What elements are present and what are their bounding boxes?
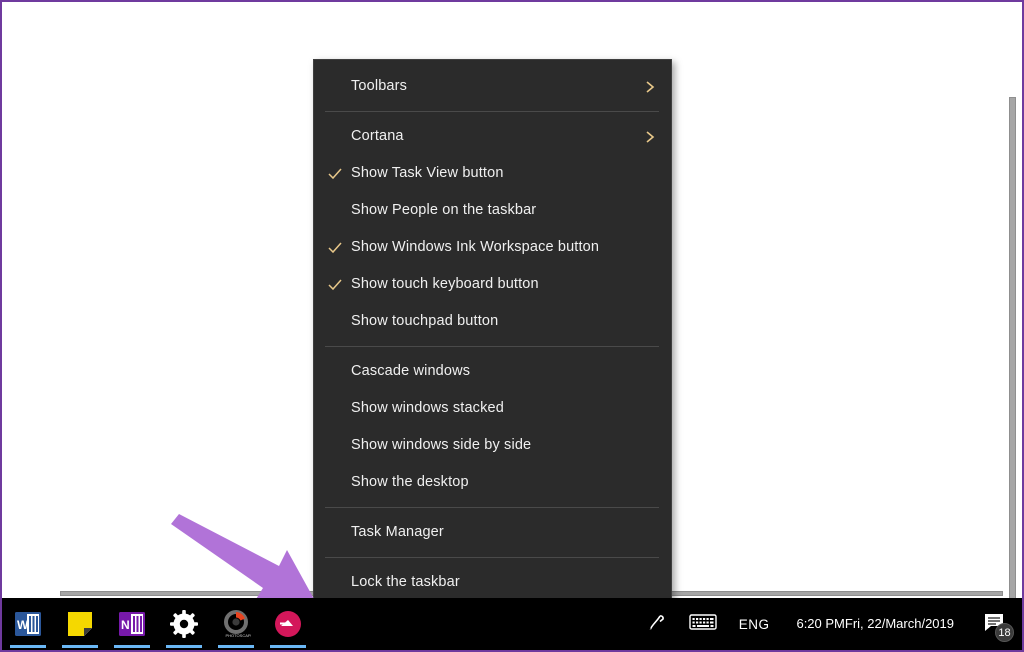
menu-item-label: Show People on the taskbar xyxy=(351,203,536,218)
menu-item-label: Show Task View button xyxy=(351,166,504,181)
menu-item-label: Task Manager xyxy=(351,525,444,540)
menu-top-padding xyxy=(314,60,671,68)
running-indicator xyxy=(114,645,150,648)
photoscape-wordmark: PHOTOSCAPE xyxy=(226,633,252,638)
menu-item-show-windows-stacked[interactable]: Show windows stacked xyxy=(314,390,671,427)
photoscape-icon: PHOTOSCAPE xyxy=(221,609,251,639)
menu-item-label: Lock the taskbar xyxy=(351,575,460,590)
checkmark-icon xyxy=(327,240,343,256)
checkmark-icon xyxy=(327,166,343,182)
menu-item-label: Toolbars xyxy=(351,79,407,94)
action-center-button[interactable]: 18 xyxy=(970,598,1022,650)
menu-item-cascade-windows[interactable]: Cascade windows xyxy=(314,353,671,390)
keyboard-icon xyxy=(689,612,717,637)
onenote-app-button[interactable]: N xyxy=(106,598,158,650)
menu-item-show-touch-keyboard-button[interactable]: Show touch keyboard button xyxy=(314,266,671,303)
clock-time: 6:20 PM xyxy=(796,615,844,633)
red-circle-app-icon xyxy=(273,609,303,639)
chevron-right-icon xyxy=(644,79,657,95)
clock-date: Fri, 22/March/2019 xyxy=(845,615,954,633)
language-indicator[interactable]: ENG xyxy=(728,598,781,650)
settings-app-button[interactable] xyxy=(158,598,210,650)
running-indicator xyxy=(166,645,202,648)
checkmark-icon xyxy=(327,277,343,293)
running-indicator xyxy=(218,645,254,648)
word-app-button[interactable]: W xyxy=(2,598,54,650)
menu-item-label: Cortana xyxy=(351,129,404,144)
sticky-note-icon xyxy=(65,609,95,639)
menu-separator xyxy=(325,507,659,508)
menu-item-show-people-on-the-taskbar[interactable]: Show People on the taskbar xyxy=(314,192,671,229)
app-button-red[interactable] xyxy=(262,598,314,650)
menu-item-label: Show windows side by side xyxy=(351,438,531,453)
screen: Toolbars Cortana Show Task View button S… xyxy=(0,0,1024,652)
word-icon: W xyxy=(13,609,43,639)
menu-item-show-the-desktop[interactable]: Show the desktop xyxy=(314,464,671,501)
vertical-scrollbar-thumb[interactable] xyxy=(1009,97,1016,602)
vertical-scrollbar[interactable] xyxy=(1005,4,1020,598)
onenote-icon: N xyxy=(117,609,147,639)
clock[interactable]: 6:20 PM Fri, 22/March/2019 xyxy=(780,598,970,650)
taskbar: W xyxy=(2,598,1022,652)
menu-separator xyxy=(325,557,659,558)
taskbar-app-buttons: W xyxy=(2,598,314,650)
menu-item-task-manager[interactable]: Task Manager xyxy=(314,514,671,551)
menu-item-label: Show touch keyboard button xyxy=(351,277,539,292)
menu-item-label: Show the desktop xyxy=(351,475,469,490)
photoscape-app-button[interactable]: PHOTOSCAPE xyxy=(210,598,262,650)
gear-icon xyxy=(169,609,199,639)
menu-item-label: Show touchpad button xyxy=(351,314,498,329)
running-indicator xyxy=(270,645,306,648)
running-indicator xyxy=(10,645,46,648)
onenote-letter: N xyxy=(121,618,130,632)
touch-keyboard-button[interactable] xyxy=(678,598,728,650)
menu-item-show-task-view-button[interactable]: Show Task View button xyxy=(314,155,671,192)
menu-item-lock-the-taskbar[interactable]: Lock the taskbar xyxy=(314,564,671,601)
menu-item-toolbars[interactable]: Toolbars xyxy=(314,68,671,105)
menu-separator xyxy=(325,346,659,347)
menu-item-show-windows-ink-workspace-button[interactable]: Show Windows Ink Workspace button xyxy=(314,229,671,266)
menu-item-show-touchpad-button[interactable]: Show touchpad button xyxy=(314,303,671,340)
sticky-notes-app-button[interactable] xyxy=(54,598,106,650)
system-tray: ENG 6:20 PM Fri, 22/March/2019 xyxy=(634,598,1022,650)
menu-separator xyxy=(325,111,659,112)
pen-button[interactable] xyxy=(634,598,678,650)
menu-item-label: Cascade windows xyxy=(351,364,470,379)
chevron-right-icon xyxy=(644,129,657,145)
running-indicator xyxy=(62,645,98,648)
notification-count-badge: 18 xyxy=(995,623,1014,642)
language-label: ENG xyxy=(739,617,770,632)
taskbar-context-menu: Toolbars Cortana Show Task View button S… xyxy=(313,59,672,627)
menu-item-label: Show Windows Ink Workspace button xyxy=(351,240,599,255)
menu-item-cortana[interactable]: Cortana xyxy=(314,118,671,155)
menu-item-label: Show windows stacked xyxy=(351,401,504,416)
word-letter: W xyxy=(17,618,29,632)
menu-item-show-windows-side-by-side[interactable]: Show windows side by side xyxy=(314,427,671,464)
pen-icon xyxy=(645,611,667,638)
